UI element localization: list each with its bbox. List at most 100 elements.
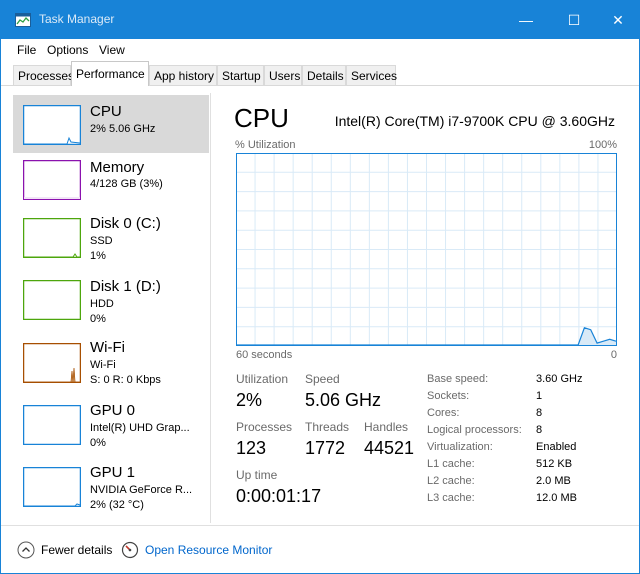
chevron-up-icon — [17, 541, 35, 559]
min-label: 0 — [610, 349, 617, 361]
resource-detail: 4/128 GB (3%) — [90, 178, 163, 190]
resource-item-gpu-0[interactable]: GPU 0 Intel(R) UHD Grap... 0% — [13, 397, 209, 455]
spec-key: Logical processors: — [427, 424, 522, 436]
handles-label: Handles — [364, 420, 409, 434]
tab-details[interactable]: Details — [302, 65, 346, 85]
minimize-button[interactable]: — — [503, 1, 549, 39]
resource-name: CPU — [90, 103, 122, 120]
processes-label: Processes — [236, 420, 293, 434]
spec-value: 8 — [536, 407, 543, 419]
uptime-value: 0:00:01:17 — [236, 486, 322, 506]
resource-list: CPU 2% 5.06 GHz Memory 4/128 GB (3%) Dis… — [13, 93, 209, 525]
window-title: Task Manager — [39, 12, 115, 26]
max-percent-label: 100% — [588, 139, 617, 151]
resource-name: Memory — [90, 159, 145, 176]
speed-value: 5.06 GHz — [305, 390, 382, 410]
spec-key: Base speed: — [427, 373, 489, 385]
spec-key: Sockets: — [427, 390, 470, 402]
tab-processes[interactable]: Processes — [13, 65, 74, 85]
uptime-label: Up time — [236, 468, 278, 482]
spec-key: L2 cache: — [427, 475, 475, 487]
resource-detail: HDD — [90, 298, 114, 310]
speed-label: Speed — [305, 372, 340, 386]
threads-label: Threads — [305, 420, 350, 434]
cpu-graph-icon — [23, 105, 81, 145]
tab-performance[interactable]: Performance — [71, 61, 149, 86]
processes-value: 123 — [236, 438, 267, 458]
disk-graph-icon — [23, 280, 81, 320]
resource-detail: 0% — [90, 313, 106, 325]
resource-item-cpu[interactable]: CPU 2% 5.06 GHz — [13, 95, 209, 153]
resource-name: GPU 0 — [90, 402, 136, 419]
open-resource-monitor-label: Open Resource Monitor — [145, 543, 273, 557]
spec-value: 512 KB — [536, 458, 573, 470]
spec-value: 1 — [536, 390, 543, 402]
close-icon: ✕ — [612, 11, 624, 28]
fewer-details-label: Fewer details — [41, 543, 113, 557]
gpu-graph-icon — [23, 405, 81, 445]
spec-value: Enabled — [536, 441, 577, 453]
resource-detail: 0% — [90, 437, 106, 449]
spec-value: 12.0 MB — [536, 492, 577, 504]
spec-key: Virtualization: — [427, 441, 493, 453]
spec-key: L3 cache: — [427, 492, 475, 504]
menu-bar: File Options View — [1, 39, 639, 61]
minimize-icon: — — [519, 12, 533, 28]
cpu-model-name: Intel(R) Core(TM) i7-9700K CPU @ 3.60GHz — [334, 113, 615, 129]
resource-item-memory[interactable]: Memory 4/128 GB (3%) — [13, 153, 209, 211]
resource-name: Disk 1 (D:) — [90, 278, 161, 295]
resource-monitor-icon — [121, 541, 139, 559]
menu-view[interactable]: View — [99, 43, 125, 57]
handles-value: 44521 — [364, 438, 415, 458]
maximize-icon: ☐ — [567, 11, 581, 28]
spec-value: 2.0 MB — [536, 475, 571, 487]
resource-name: Wi-Fi — [90, 339, 125, 356]
gpu-graph-icon — [23, 467, 81, 507]
memory-graph-icon — [23, 160, 81, 200]
utilization-label: Utilization — [236, 372, 289, 386]
panel-divider — [210, 93, 211, 523]
spec-key: L1 cache: — [427, 458, 475, 470]
wifi-graph-icon — [23, 343, 81, 383]
resource-detail: S: 0 R: 0 Kbps — [90, 374, 161, 386]
tab-bar: Processes Performance App history Startu… — [1, 61, 639, 86]
utilization-axis-label: % Utilization — [235, 139, 296, 151]
cpu-detail-panel: CPU Intel(R) Core(TM) i7-9700K CPU @ 3.6… — [223, 93, 633, 525]
threads-value: 1772 — [305, 438, 346, 458]
resource-item-disk-1[interactable]: Disk 1 (D:) HDD 0% — [13, 273, 209, 331]
tab-app-history[interactable]: App history — [149, 65, 217, 85]
tab-users[interactable]: Users — [264, 65, 302, 85]
spec-value: 8 — [536, 424, 543, 436]
spec-value: 3.60 GHz — [536, 373, 583, 385]
cpu-utilization-graph[interactable] — [236, 153, 617, 346]
close-button[interactable]: ✕ — [595, 1, 640, 39]
utilization-value: 2% — [236, 390, 263, 410]
tab-startup[interactable]: Startup — [217, 65, 264, 85]
resource-item-disk-0[interactable]: Disk 0 (C:) SSD 1% — [13, 211, 209, 269]
spec-key: Cores: — [427, 407, 460, 419]
menu-file[interactable]: File — [17, 43, 36, 57]
resource-name: Disk 0 (C:) — [90, 215, 161, 232]
resource-detail: 2% 5.06 GHz — [90, 123, 156, 135]
menu-options[interactable]: Options — [47, 43, 88, 57]
tab-services[interactable]: Services — [346, 65, 397, 85]
footer-divider — [1, 525, 639, 526]
resource-detail: Wi-Fi — [90, 359, 116, 371]
resource-name: GPU 1 — [90, 464, 136, 481]
disk-graph-icon — [23, 218, 81, 258]
resource-detail: Intel(R) UHD Grap... — [90, 422, 190, 434]
fewer-details-button[interactable]: Fewer details — [17, 541, 112, 559]
resource-detail: SSD — [90, 235, 113, 247]
resource-detail: 2% (32 °C) — [90, 499, 144, 511]
resource-detail: 1% — [90, 250, 106, 262]
task-manager-window: Task Manager — ☐ ✕ File Options View Pro… — [0, 0, 640, 574]
title-bar[interactable]: Task Manager — ☐ ✕ — [1, 1, 639, 39]
open-resource-monitor-link[interactable]: Open Resource Monitor — [121, 541, 272, 559]
resource-item-gpu-1[interactable]: GPU 1 NVIDIA GeForce R... 2% (32 °C) — [13, 459, 209, 517]
time-window-label: 60 seconds — [236, 349, 293, 361]
page-title: CPU — [234, 103, 289, 133]
task-manager-icon — [15, 13, 31, 27]
resource-detail: NVIDIA GeForce R... — [90, 484, 193, 496]
maximize-button[interactable]: ☐ — [551, 1, 597, 39]
resource-item-wifi[interactable]: Wi-Fi Wi-Fi S: 0 R: 0 Kbps — [13, 335, 209, 393]
